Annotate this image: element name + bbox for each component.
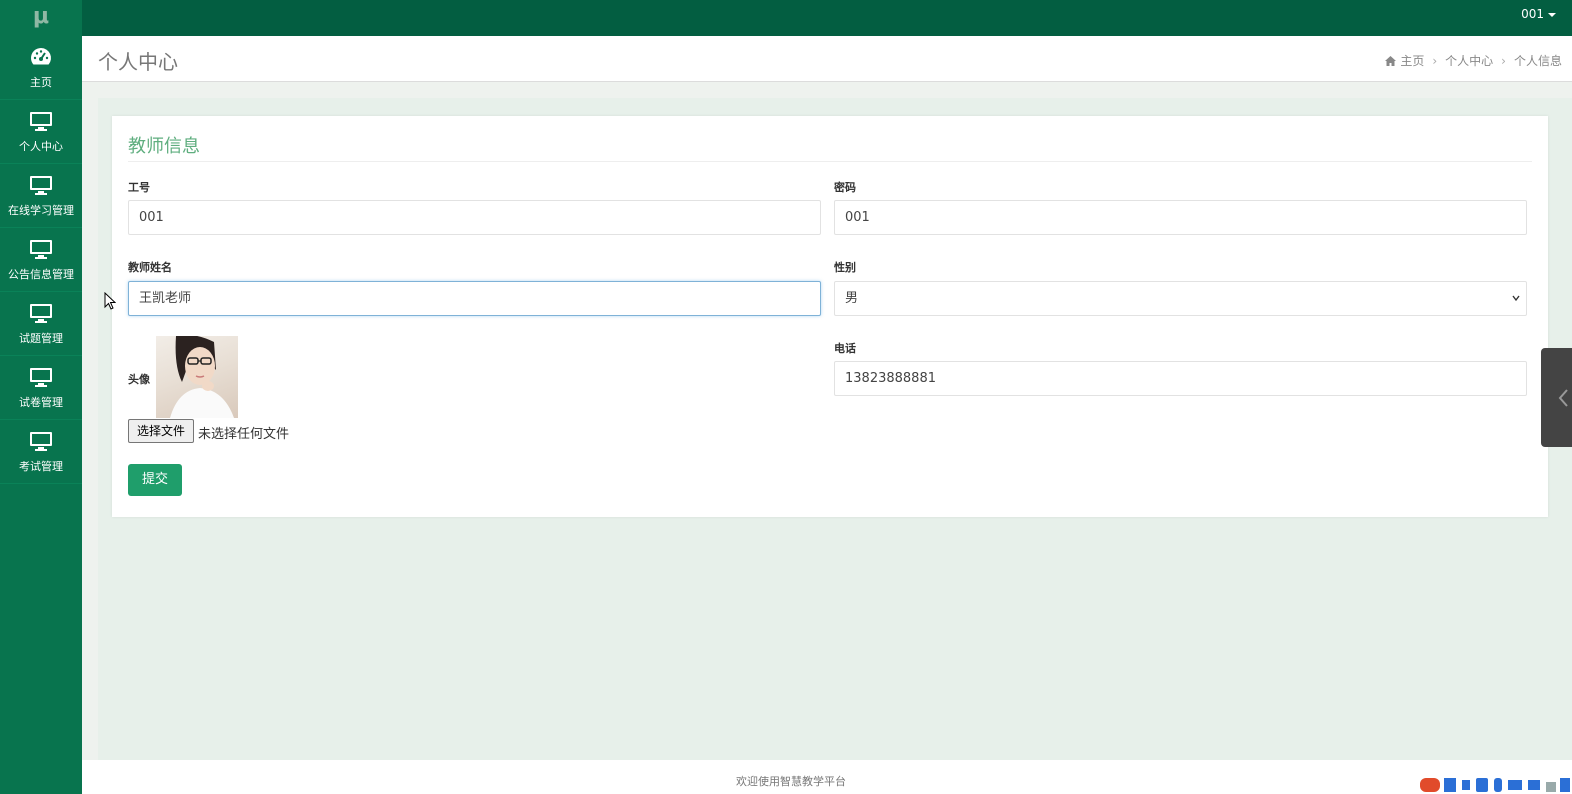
- sidebar-item-label: 公告信息管理: [8, 268, 74, 281]
- sidebar-item-label: 个人中心: [19, 140, 63, 153]
- sidebar-item-label: 试卷管理: [19, 396, 63, 409]
- gender-select[interactable]: 男: [834, 281, 1527, 316]
- job-id-label: 工号: [128, 181, 150, 194]
- page-header: 个人中心 主页 › 个人中心 › 个人信息: [82, 36, 1572, 82]
- password-input[interactable]: 001: [834, 200, 1527, 235]
- sidebar-item-online-learning[interactable]: 在线学习管理: [0, 164, 82, 228]
- sidebar-item-announcements[interactable]: 公告信息管理: [0, 228, 82, 292]
- app-logo[interactable]: μ: [0, 0, 82, 36]
- breadcrumb: 主页 › 个人中心 › 个人信息: [1385, 52, 1562, 69]
- phone-input[interactable]: 13823888881: [834, 361, 1527, 396]
- sidebar-item-label: 试题管理: [19, 332, 63, 345]
- divider: [128, 161, 1532, 162]
- job-id-input[interactable]: 001: [128, 200, 821, 235]
- password-label: 密码: [834, 181, 856, 194]
- chevron-down-icon: [1512, 295, 1520, 302]
- mouse-cursor-icon: [104, 292, 116, 310]
- footer: 欢迎使用智慧教学平台: [82, 760, 1572, 794]
- dashboard-icon: [0, 46, 82, 70]
- top-navbar: μ 001: [0, 0, 1572, 36]
- monitor-icon: [0, 238, 82, 262]
- phone-label: 电话: [834, 342, 856, 355]
- sidebar-item-home[interactable]: 主页: [0, 36, 82, 100]
- side-panel-toggle[interactable]: [1541, 348, 1572, 447]
- gender-selected-value: 男: [845, 291, 859, 306]
- chevron-left-icon: [1558, 389, 1568, 407]
- breadcrumb-home[interactable]: 主页: [1400, 54, 1424, 68]
- sidebar-item-label: 主页: [30, 76, 52, 89]
- breadcrumb-profile[interactable]: 个人中心: [1445, 54, 1493, 68]
- teacher-info-card: 教师信息 工号 001 密码 001 教师姓名 王凯老师 性别 男 头像 选择文…: [112, 116, 1548, 517]
- sidebar-item-label: 考试管理: [19, 460, 63, 473]
- footer-text: 欢迎使用智慧教学平台: [736, 775, 846, 788]
- card-title: 教师信息: [128, 136, 200, 157]
- sidebar-item-profile[interactable]: 个人中心: [0, 100, 82, 164]
- monitor-icon: [0, 174, 82, 198]
- home-icon: [1385, 55, 1397, 69]
- monitor-icon: [0, 366, 82, 390]
- user-menu-label: 001: [1521, 7, 1544, 21]
- sidebar-item-questions[interactable]: 试题管理: [0, 292, 82, 356]
- user-menu[interactable]: 001: [1521, 0, 1556, 36]
- caret-down-icon: [1548, 12, 1556, 17]
- page-title: 个人中心: [98, 50, 178, 74]
- breadcrumb-current: 个人信息: [1513, 54, 1562, 68]
- sidebar-item-label: 在线学习管理: [8, 204, 74, 217]
- chevron-right-icon: ›: [1501, 54, 1506, 68]
- choose-file-button[interactable]: 选择文件: [128, 419, 194, 443]
- avatar-image: [156, 336, 238, 418]
- monitor-icon: [0, 302, 82, 326]
- sidebar-item-papers[interactable]: 试卷管理: [0, 356, 82, 420]
- sidebar: 主页 个人中心 在线学习管理 公告信息管理 试题管理 试卷管理 考试管理: [0, 36, 82, 794]
- gender-label: 性别: [834, 261, 856, 274]
- teacher-name-input[interactable]: 王凯老师: [128, 281, 821, 316]
- monitor-icon: [0, 110, 82, 134]
- teacher-name-label: 教师姓名: [128, 261, 172, 274]
- avatar-label: 头像: [128, 373, 150, 386]
- monitor-icon: [0, 430, 82, 454]
- chevron-right-icon: ›: [1432, 54, 1438, 68]
- file-status-text: 未选择任何文件: [198, 427, 290, 442]
- ime-toolbar-icon[interactable]: [1418, 774, 1572, 794]
- sidebar-item-exams[interactable]: 考试管理: [0, 420, 82, 484]
- submit-button[interactable]: 提交: [128, 464, 182, 496]
